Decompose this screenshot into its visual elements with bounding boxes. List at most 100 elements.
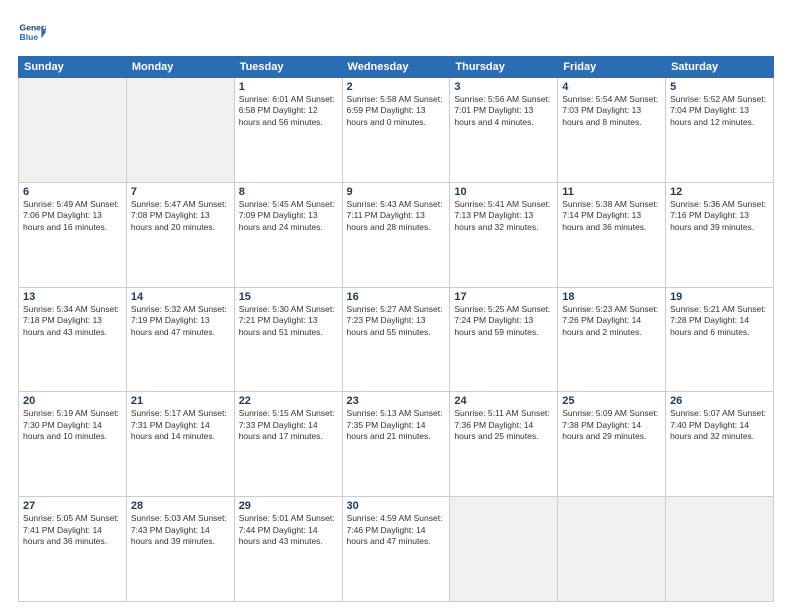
weekday-header-monday: Monday [126,57,234,78]
day-info: Sunrise: 5:30 AM Sunset: 7:21 PM Dayligh… [239,304,338,338]
day-info: Sunrise: 5:34 AM Sunset: 7:18 PM Dayligh… [23,304,122,338]
calendar-cell: 16Sunrise: 5:27 AM Sunset: 7:23 PM Dayli… [342,287,450,392]
calendar-cell: 21Sunrise: 5:17 AM Sunset: 7:31 PM Dayli… [126,392,234,497]
calendar-cell: 26Sunrise: 5:07 AM Sunset: 7:40 PM Dayli… [666,392,774,497]
day-info: Sunrise: 5:09 AM Sunset: 7:38 PM Dayligh… [562,408,661,442]
calendar-cell: 11Sunrise: 5:38 AM Sunset: 7:14 PM Dayli… [558,182,666,287]
calendar-cell: 24Sunrise: 5:11 AM Sunset: 7:36 PM Dayli… [450,392,558,497]
day-number: 15 [239,291,338,303]
calendar-cell: 9Sunrise: 5:43 AM Sunset: 7:11 PM Daylig… [342,182,450,287]
day-number: 29 [239,500,338,512]
day-number: 11 [562,186,661,198]
day-number: 19 [670,291,769,303]
day-number: 23 [347,395,446,407]
day-info: Sunrise: 5:43 AM Sunset: 7:11 PM Dayligh… [347,199,446,233]
day-info: Sunrise: 5:27 AM Sunset: 7:23 PM Dayligh… [347,304,446,338]
day-info: Sunrise: 5:21 AM Sunset: 7:28 PM Dayligh… [670,304,769,338]
day-info: Sunrise: 5:07 AM Sunset: 7:40 PM Dayligh… [670,408,769,442]
calendar-cell: 20Sunrise: 5:19 AM Sunset: 7:30 PM Dayli… [19,392,127,497]
calendar-cell: 18Sunrise: 5:23 AM Sunset: 7:26 PM Dayli… [558,287,666,392]
calendar-cell [558,497,666,602]
calendar-cell: 29Sunrise: 5:01 AM Sunset: 7:44 PM Dayli… [234,497,342,602]
calendar-cell: 1Sunrise: 6:01 AM Sunset: 6:58 PM Daylig… [234,78,342,183]
day-number: 8 [239,186,338,198]
calendar-week-1: 6Sunrise: 5:49 AM Sunset: 7:06 PM Daylig… [19,182,774,287]
day-info: Sunrise: 5:38 AM Sunset: 7:14 PM Dayligh… [562,199,661,233]
day-info: Sunrise: 5:36 AM Sunset: 7:16 PM Dayligh… [670,199,769,233]
day-info: Sunrise: 5:54 AM Sunset: 7:03 PM Dayligh… [562,94,661,128]
day-info: Sunrise: 5:03 AM Sunset: 7:43 PM Dayligh… [131,513,230,547]
calendar-cell: 2Sunrise: 5:58 AM Sunset: 6:59 PM Daylig… [342,78,450,183]
day-info: Sunrise: 5:47 AM Sunset: 7:08 PM Dayligh… [131,199,230,233]
day-info: Sunrise: 5:01 AM Sunset: 7:44 PM Dayligh… [239,513,338,547]
day-number: 18 [562,291,661,303]
day-info: Sunrise: 5:25 AM Sunset: 7:24 PM Dayligh… [454,304,553,338]
header: General Blue [18,18,774,46]
calendar-cell: 4Sunrise: 5:54 AM Sunset: 7:03 PM Daylig… [558,78,666,183]
calendar-cell: 14Sunrise: 5:32 AM Sunset: 7:19 PM Dayli… [126,287,234,392]
day-number: 9 [347,186,446,198]
day-number: 7 [131,186,230,198]
day-number: 4 [562,81,661,93]
weekday-header-tuesday: Tuesday [234,57,342,78]
day-info: Sunrise: 5:23 AM Sunset: 7:26 PM Dayligh… [562,304,661,338]
day-info: Sunrise: 5:19 AM Sunset: 7:30 PM Dayligh… [23,408,122,442]
calendar-body: 1Sunrise: 6:01 AM Sunset: 6:58 PM Daylig… [19,78,774,602]
day-info: Sunrise: 4:59 AM Sunset: 7:46 PM Dayligh… [347,513,446,547]
day-info: Sunrise: 5:11 AM Sunset: 7:36 PM Dayligh… [454,408,553,442]
day-info: Sunrise: 5:56 AM Sunset: 7:01 PM Dayligh… [454,94,553,128]
weekday-header-thursday: Thursday [450,57,558,78]
calendar-cell [19,78,127,183]
calendar-cell: 28Sunrise: 5:03 AM Sunset: 7:43 PM Dayli… [126,497,234,602]
day-number: 2 [347,81,446,93]
day-number: 25 [562,395,661,407]
day-info: Sunrise: 5:45 AM Sunset: 7:09 PM Dayligh… [239,199,338,233]
calendar-week-4: 27Sunrise: 5:05 AM Sunset: 7:41 PM Dayli… [19,497,774,602]
day-number: 5 [670,81,769,93]
weekday-header-wednesday: Wednesday [342,57,450,78]
calendar-cell: 27Sunrise: 5:05 AM Sunset: 7:41 PM Dayli… [19,497,127,602]
calendar-cell: 22Sunrise: 5:15 AM Sunset: 7:33 PM Dayli… [234,392,342,497]
day-number: 26 [670,395,769,407]
generalblue-logo-icon: General Blue [18,18,46,46]
day-number: 22 [239,395,338,407]
weekday-header-row: SundayMondayTuesdayWednesdayThursdayFrid… [19,57,774,78]
day-number: 24 [454,395,553,407]
calendar-table: SundayMondayTuesdayWednesdayThursdayFrid… [18,56,774,602]
calendar-cell: 10Sunrise: 5:41 AM Sunset: 7:13 PM Dayli… [450,182,558,287]
day-number: 20 [23,395,122,407]
calendar-cell [126,78,234,183]
day-info: Sunrise: 5:32 AM Sunset: 7:19 PM Dayligh… [131,304,230,338]
calendar-week-2: 13Sunrise: 5:34 AM Sunset: 7:18 PM Dayli… [19,287,774,392]
day-number: 27 [23,500,122,512]
svg-text:Blue: Blue [20,32,39,42]
calendar-cell: 13Sunrise: 5:34 AM Sunset: 7:18 PM Dayli… [19,287,127,392]
day-info: Sunrise: 5:49 AM Sunset: 7:06 PM Dayligh… [23,199,122,233]
day-number: 3 [454,81,553,93]
calendar-cell: 23Sunrise: 5:13 AM Sunset: 7:35 PM Dayli… [342,392,450,497]
day-info: Sunrise: 5:13 AM Sunset: 7:35 PM Dayligh… [347,408,446,442]
calendar-cell: 17Sunrise: 5:25 AM Sunset: 7:24 PM Dayli… [450,287,558,392]
weekday-header-sunday: Sunday [19,57,127,78]
day-number: 14 [131,291,230,303]
day-number: 1 [239,81,338,93]
calendar-cell [666,497,774,602]
day-number: 13 [23,291,122,303]
day-info: Sunrise: 5:41 AM Sunset: 7:13 PM Dayligh… [454,199,553,233]
calendar-cell: 12Sunrise: 5:36 AM Sunset: 7:16 PM Dayli… [666,182,774,287]
day-info: Sunrise: 5:17 AM Sunset: 7:31 PM Dayligh… [131,408,230,442]
day-info: Sunrise: 5:52 AM Sunset: 7:04 PM Dayligh… [670,94,769,128]
calendar-cell: 25Sunrise: 5:09 AM Sunset: 7:38 PM Dayli… [558,392,666,497]
day-number: 10 [454,186,553,198]
calendar-cell: 15Sunrise: 5:30 AM Sunset: 7:21 PM Dayli… [234,287,342,392]
day-number: 16 [347,291,446,303]
calendar-cell: 7Sunrise: 5:47 AM Sunset: 7:08 PM Daylig… [126,182,234,287]
logo: General Blue [18,18,46,46]
day-info: Sunrise: 5:05 AM Sunset: 7:41 PM Dayligh… [23,513,122,547]
calendar-cell: 30Sunrise: 4:59 AM Sunset: 7:46 PM Dayli… [342,497,450,602]
weekday-header-saturday: Saturday [666,57,774,78]
calendar-week-0: 1Sunrise: 6:01 AM Sunset: 6:58 PM Daylig… [19,78,774,183]
calendar-cell: 19Sunrise: 5:21 AM Sunset: 7:28 PM Dayli… [666,287,774,392]
calendar-cell: 5Sunrise: 5:52 AM Sunset: 7:04 PM Daylig… [666,78,774,183]
calendar-cell: 8Sunrise: 5:45 AM Sunset: 7:09 PM Daylig… [234,182,342,287]
